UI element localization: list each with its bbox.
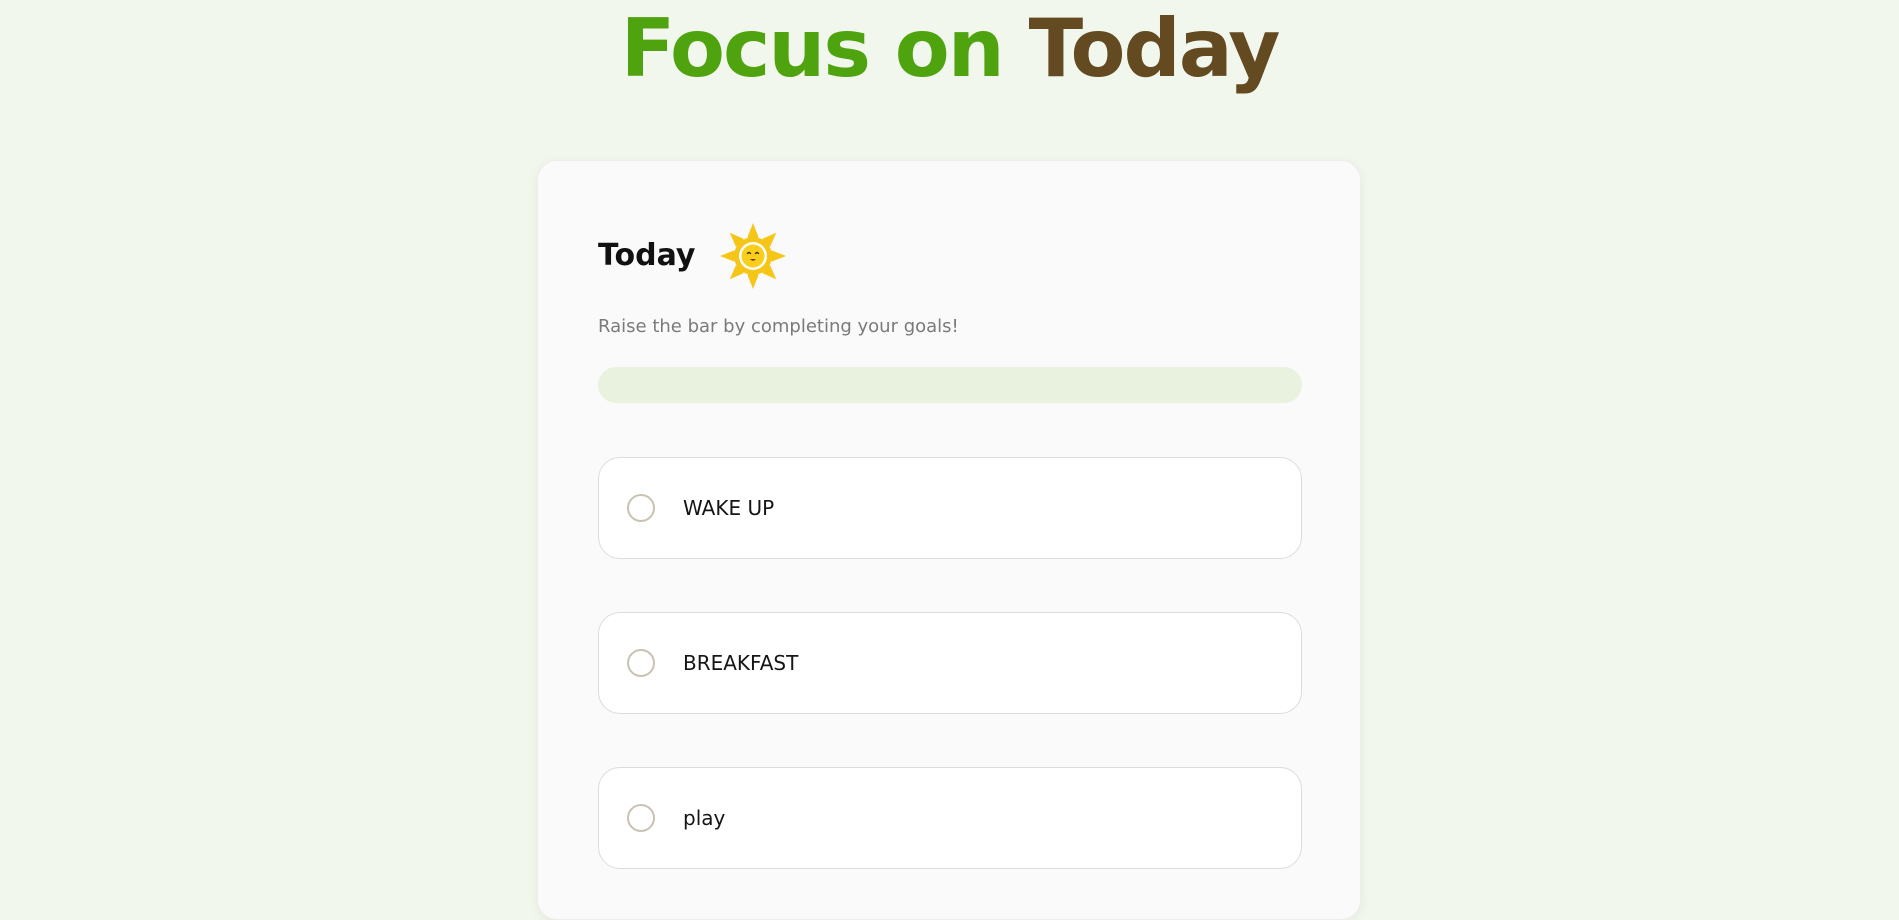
card-heading: Today bbox=[598, 238, 696, 273]
sun-icon bbox=[720, 223, 787, 289]
card-header: Today bbox=[598, 223, 787, 289]
goal-item-wake-up[interactable]: WAKE UP bbox=[598, 457, 1302, 559]
goal-checkbox[interactable] bbox=[627, 649, 655, 677]
progress-bar bbox=[598, 367, 1302, 403]
page-title-main: Today bbox=[1028, 2, 1281, 95]
goal-item-breakfast[interactable]: BREAKFAST bbox=[598, 612, 1302, 714]
goal-label: WAKE UP bbox=[683, 496, 775, 520]
goals-card: Today Raise the bar by completing your g… bbox=[537, 160, 1361, 920]
goal-checkbox[interactable] bbox=[627, 804, 655, 832]
goal-label: play bbox=[683, 806, 726, 830]
page-title-accent: Focus on bbox=[620, 2, 1005, 95]
page-title: Focus on Today bbox=[0, 0, 1899, 105]
goal-label: BREAKFAST bbox=[683, 651, 799, 675]
goal-checkbox[interactable] bbox=[627, 494, 655, 522]
card-subtitle: Raise the bar by completing your goals! bbox=[598, 316, 959, 337]
goal-item-play[interactable]: play bbox=[598, 767, 1302, 869]
